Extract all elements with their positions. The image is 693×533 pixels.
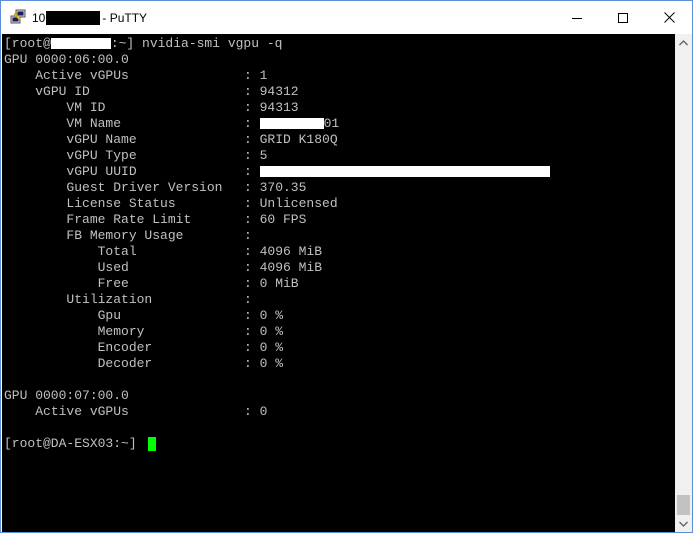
value-guest-driver: : 370.35 xyxy=(244,180,307,195)
row-encoder: Encoder : 0 % xyxy=(4,340,283,356)
value-memory-util: : 0 % xyxy=(244,324,284,339)
value-active-vgpus-2: : 0 xyxy=(244,404,268,419)
value-vm-name: : 01 xyxy=(244,116,339,132)
vm-name-suffix: 01 xyxy=(323,116,340,131)
window-title: 10 - PuTTY xyxy=(32,10,147,26)
label-vgpu-id: vGPU ID xyxy=(35,84,90,99)
label-decoder: Decoder xyxy=(97,356,153,371)
row-fb-memory: FB Memory Usage: xyxy=(4,228,251,244)
label-active-vgpus-2: Active vGPUs xyxy=(35,404,129,419)
label-free: Free xyxy=(97,276,129,291)
value-active-vgpus: : 1 xyxy=(244,68,268,83)
value-encoder: : 0 % xyxy=(244,340,284,355)
row-active-vgpus-2: Active vGPUs : 0 xyxy=(4,404,267,420)
value-decoder: : 0 % xyxy=(244,356,284,371)
label-total: Total xyxy=(97,244,137,259)
maximize-button[interactable] xyxy=(600,1,646,34)
row-utilization: Utilization: xyxy=(4,292,251,308)
title-bar[interactable]: 10 - PuTTY xyxy=(1,1,692,34)
terminal-cursor xyxy=(148,437,156,451)
label-vgpu-uuid: vGPU UUID xyxy=(66,164,137,179)
window-title-suffix: - PuTTY xyxy=(102,11,148,25)
vertical-scrollbar[interactable] xyxy=(675,34,692,532)
vm-name-colon: : xyxy=(244,116,252,131)
row-gpu-util: Gpu : 0 % xyxy=(4,308,283,324)
putty-icon xyxy=(10,9,26,24)
row-vm-name: VM Name: 01 xyxy=(4,116,339,132)
label-active-vgpus: Active vGPUs xyxy=(35,68,129,83)
value-vgpu-type: : 5 xyxy=(244,148,268,163)
label-guest-driver: Guest Driver Version xyxy=(66,180,223,195)
gpu-header-1: GPU 0000:06:00.0 xyxy=(4,52,129,67)
value-fb-memory: : xyxy=(244,228,252,243)
row-used: Used : 4096 MiB xyxy=(4,260,322,276)
row-free: Free : 0 MiB xyxy=(4,276,299,292)
maximize-icon xyxy=(618,12,628,23)
value-vm-id: : 94313 xyxy=(244,100,299,115)
label-license-status: License Status xyxy=(66,196,176,211)
scroll-down-button[interactable] xyxy=(675,515,692,532)
value-free: : 0 MiB xyxy=(244,276,299,291)
redacted-hostname xyxy=(46,11,101,25)
command-line: [root@ :~] nvidia-smi vgpu -q xyxy=(4,36,282,52)
label-memory-util: Memory xyxy=(97,324,145,339)
scrollbar-thumb[interactable] xyxy=(677,495,690,515)
label-fb-memory: FB Memory Usage xyxy=(66,228,184,243)
redacted-vm-name xyxy=(259,118,324,130)
putty-window: 10 - PuTTY [root@ :~] nvidia-smi vgpu -q G… xyxy=(0,0,693,533)
close-icon xyxy=(663,12,675,23)
row-vgpu-name: vGPU Name : GRID K180Q xyxy=(4,132,337,148)
redacted-vgpu-uuid xyxy=(259,166,550,178)
row-vm-id: VM ID : 94313 xyxy=(4,100,298,116)
row-guest-driver: Guest Driver Version : 370.35 xyxy=(4,180,306,196)
minimize-button[interactable] xyxy=(554,1,600,34)
window-title-prefix: 10 xyxy=(32,11,46,25)
value-vgpu-id: : 94312 xyxy=(244,84,299,99)
prompt-line: [root@DA-ESX03:~] xyxy=(4,436,137,451)
label-vgpu-type: vGPU Type xyxy=(66,148,137,163)
row-vgpu-uuid: vGPU UUID: xyxy=(4,164,550,180)
gpu-header-2: GPU 0000:07:00.0 xyxy=(4,388,129,403)
row-active-vgpus: Active vGPUs : 1 xyxy=(4,68,267,84)
minimize-icon xyxy=(572,17,582,19)
close-button[interactable] xyxy=(646,1,692,34)
value-used: : 4096 MiB xyxy=(244,260,323,275)
label-gpu-util: Gpu xyxy=(97,308,122,323)
row-total: Total : 4096 MiB xyxy=(4,244,322,260)
value-vgpu-name: : GRID K180Q xyxy=(244,132,338,147)
row-memory-util: Memory : 0 % xyxy=(4,324,283,340)
value-total: : 4096 MiB xyxy=(244,244,323,259)
row-vgpu-id: vGPU ID : 94312 xyxy=(4,84,298,100)
redacted-hostname-prompt xyxy=(50,38,111,50)
value-license-status: : Unlicensed xyxy=(244,196,338,211)
label-vgpu-name: vGPU Name xyxy=(66,132,137,147)
terminal-area[interactable]: [root@ :~] nvidia-smi vgpu -q GPU 0000:06… xyxy=(2,34,675,532)
label-encoder: Encoder xyxy=(97,340,153,355)
row-decoder: Decoder : 0 % xyxy=(4,356,283,372)
vgpu-uuid-colon: : xyxy=(244,164,252,179)
value-utilization: : xyxy=(244,292,252,307)
row-license-status: License Status : Unlicensed xyxy=(4,196,337,212)
command-text: :~] nvidia-smi vgpu -q xyxy=(110,36,283,51)
label-vm-id: VM ID xyxy=(66,100,106,115)
scroll-up-button[interactable] xyxy=(675,34,692,51)
label-vm-name: VM Name xyxy=(66,116,122,131)
label-used: Used xyxy=(97,260,129,275)
row-frame-rate: Frame Rate Limit : 60 FPS xyxy=(4,212,306,228)
chevron-up-icon xyxy=(679,39,688,45)
prompt-start: [root@ xyxy=(4,36,51,51)
value-frame-rate: : 60 FPS xyxy=(244,212,307,227)
value-gpu-util: : 0 % xyxy=(244,308,284,323)
row-vgpu-type: vGPU Type : 5 xyxy=(4,148,267,164)
label-utilization: Utilization xyxy=(66,292,153,307)
chevron-down-icon xyxy=(679,521,688,527)
label-frame-rate: Frame Rate Limit xyxy=(66,212,192,227)
value-vgpu-uuid: : xyxy=(244,164,550,180)
